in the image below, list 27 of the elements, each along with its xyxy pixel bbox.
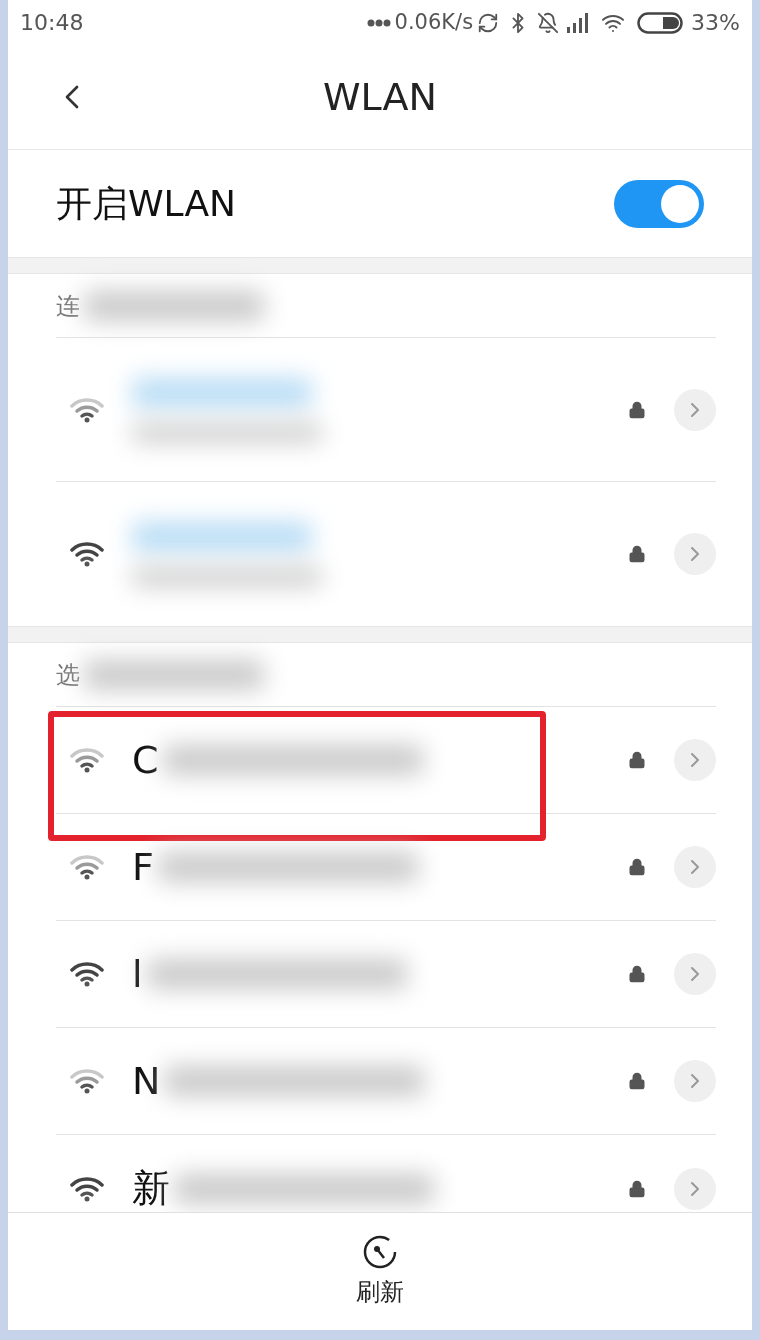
network-speed: 0.06K/s (394, 8, 474, 36)
details-button[interactable] (674, 533, 716, 575)
network-name: l (132, 950, 143, 998)
refresh-icon (362, 1233, 398, 1270)
status-time: 10:48 (20, 9, 84, 37)
details-button[interactable] (674, 739, 716, 781)
sync-icon (477, 11, 500, 34)
cell-signal-icon (567, 12, 590, 33)
network-name: C (132, 736, 159, 784)
battery-percent: 33% (691, 9, 740, 37)
details-button[interactable] (674, 388, 716, 431)
details-button[interactable] (674, 846, 716, 888)
battery-icon (637, 11, 684, 34)
wlan-toggle-label: 开启WLAN (56, 181, 237, 226)
refresh-button[interactable]: 刷新 (356, 1233, 404, 1310)
page-title: WLAN (322, 73, 437, 121)
section-heading: 选 (56, 659, 80, 691)
details-button[interactable] (674, 1060, 716, 1102)
network-name: N (132, 1057, 161, 1105)
network-name: 新 (132, 1165, 170, 1212)
muted-bell-icon (537, 11, 560, 34)
details-button[interactable] (674, 1167, 716, 1210)
details-button[interactable] (674, 953, 716, 995)
section-heading: 连 (56, 290, 80, 322)
more-dots-icon (366, 18, 391, 27)
wlan-switch[interactable] (614, 179, 704, 228)
network-name: F (132, 843, 154, 891)
